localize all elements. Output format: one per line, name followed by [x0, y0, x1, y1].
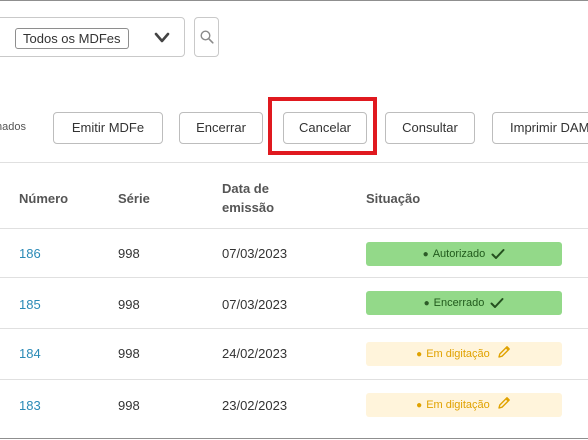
row-divider [0, 379, 588, 380]
status-label: Autorizado [432, 248, 486, 260]
status-dot-icon: ● [416, 349, 423, 360]
selected-count-label: nados [0, 121, 26, 133]
status-dot-icon: ● [422, 249, 429, 260]
chevron-down-icon [154, 32, 170, 43]
frame-top-border [0, 0, 588, 1]
row-data-emissao: 23/02/2023 [222, 398, 288, 413]
status-badge: ● Encerrado [366, 291, 562, 315]
status-badge: ● Em digitação [366, 342, 562, 366]
consultar-button[interactable]: Consultar [385, 112, 475, 144]
row-data-emissao: 24/02/2023 [222, 346, 288, 361]
header-bottom-divider [0, 228, 588, 229]
status-badge: ● Em digitação [366, 393, 562, 417]
pencil-icon [498, 397, 510, 409]
search-icon [200, 30, 214, 44]
status-label: Em digitação [426, 348, 490, 360]
column-header-data-line1: Data de [222, 181, 269, 196]
column-header-situacao[interactable]: Situação [366, 189, 420, 208]
status-label: Em digitação [426, 399, 490, 411]
row-serie: 998 [118, 297, 140, 312]
row-numero-link[interactable]: 185 [19, 297, 41, 313]
status-label: Encerrado [433, 297, 485, 309]
status-dot-icon: ● [423, 298, 430, 309]
row-data-emissao: 07/03/2023 [222, 246, 288, 261]
frame-bottom-border [0, 438, 588, 439]
header-top-divider [0, 162, 588, 163]
search-button[interactable] [194, 17, 219, 57]
cancelar-highlight-box [268, 97, 377, 155]
column-header-serie[interactable]: Série [118, 189, 150, 208]
status-badge: ● Autorizado [366, 242, 562, 266]
column-header-numero[interactable]: Número [19, 189, 68, 208]
imprimir-damdfe-button[interactable]: Imprimir DAMDFe [492, 112, 588, 144]
filter-selected-value: Todos os MDFes [15, 28, 129, 49]
column-header-data-line2: emissão [222, 200, 275, 215]
row-numero-link[interactable]: 183 [19, 398, 41, 414]
pencil-icon [498, 346, 510, 358]
status-dot-icon: ● [416, 400, 423, 411]
mdfe-filter-select[interactable]: Todos os MDFes [0, 17, 185, 57]
row-numero-link[interactable]: 184 [19, 346, 41, 362]
emitir-mdfe-button[interactable]: Emitir MDFe [53, 112, 163, 144]
row-serie: 998 [118, 246, 140, 261]
check-icon [491, 249, 505, 259]
encerrar-button[interactable]: Encerrar [179, 112, 263, 144]
row-serie: 998 [118, 346, 140, 361]
check-icon [490, 298, 504, 308]
row-data-emissao: 07/03/2023 [222, 297, 288, 312]
row-serie: 998 [118, 398, 140, 413]
row-divider [0, 277, 588, 278]
column-header-data-emissao[interactable]: Data de emissão [222, 179, 274, 217]
row-divider [0, 328, 588, 329]
row-numero-link[interactable]: 186 [19, 246, 41, 262]
